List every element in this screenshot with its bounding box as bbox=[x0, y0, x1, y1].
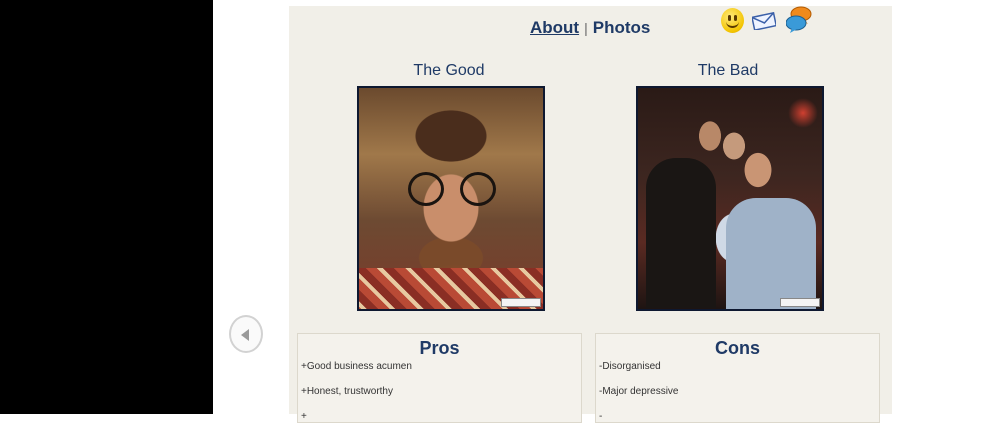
pros-item: +Good business acumen bbox=[301, 361, 412, 372]
chat-bubbles-icon[interactable] bbox=[786, 6, 812, 34]
arrow-left-icon bbox=[241, 329, 249, 341]
profile-nav: About | Photos bbox=[530, 18, 650, 38]
photo-watermark bbox=[780, 298, 820, 307]
black-side-bar bbox=[0, 0, 213, 414]
dark-coat-figure bbox=[646, 158, 716, 308]
pros-list: +Good business acumen +Honest, trustwort… bbox=[301, 361, 412, 436]
photo-watermark bbox=[501, 298, 541, 307]
good-photo[interactable] bbox=[357, 86, 545, 311]
glasses-lens bbox=[408, 172, 444, 206]
cons-list: -Disorganised -Major depressive - bbox=[599, 361, 678, 436]
cons-box: Cons -Disorganised -Major depressive - bbox=[595, 333, 880, 423]
smiley-mouth bbox=[726, 18, 739, 28]
profile-panel: About | Photos The Good The Bad Pros +Goo bbox=[289, 6, 892, 423]
pros-box: Pros +Good business acumen +Honest, trus… bbox=[297, 333, 582, 423]
photos-link[interactable]: Photos bbox=[593, 18, 651, 37]
cons-item: -Disorganised bbox=[599, 361, 661, 372]
blue-tshirt-figure bbox=[726, 198, 816, 309]
glasses-lens bbox=[460, 172, 496, 206]
previous-button[interactable] bbox=[229, 315, 263, 353]
pros-heading: Pros bbox=[419, 338, 460, 358]
good-photo-title: The Good bbox=[413, 62, 485, 79]
nav-separator: | bbox=[584, 20, 588, 36]
smiley-icon[interactable] bbox=[721, 8, 744, 33]
pros-item: + bbox=[301, 411, 307, 422]
cons-item: -Major depressive bbox=[599, 386, 679, 397]
pros-item: +Honest, trustworthy bbox=[301, 386, 393, 397]
about-link[interactable]: About bbox=[530, 18, 579, 37]
bad-photo[interactable] bbox=[636, 86, 824, 311]
envelope-icon[interactable] bbox=[752, 12, 776, 30]
cons-item: - bbox=[599, 411, 603, 422]
cons-heading: Cons bbox=[715, 338, 760, 358]
bad-photo-title: The Bad bbox=[697, 62, 759, 79]
background-light bbox=[788, 98, 818, 128]
